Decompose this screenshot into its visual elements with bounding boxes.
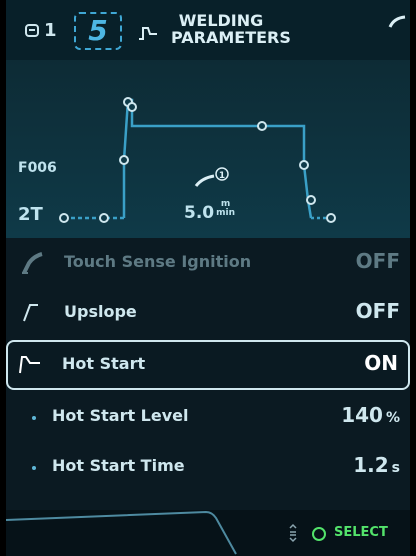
- rotary-knob-icon: [289, 523, 297, 543]
- job-number[interactable]: 5: [74, 12, 122, 50]
- select-label[interactable]: SELECT: [334, 525, 388, 540]
- footer-bar: SELECT: [6, 510, 410, 556]
- program-label: F006: [18, 160, 57, 176]
- page-title: WELDING PARAMETERS: [171, 11, 291, 47]
- unit-indicator: 1: [24, 20, 57, 41]
- param-row-upslope[interactable]: Upslope OFF: [6, 288, 410, 338]
- unit-id: 1: [44, 20, 57, 41]
- wire-feed-speed: 5.0 m min: [184, 199, 235, 224]
- param-row-touch-sense-ignition[interactable]: Touch Sense Ignition OFF: [6, 238, 410, 288]
- bullet-icon: [32, 416, 36, 420]
- pulse-wave-icon: [139, 27, 157, 40]
- upslope-icon: [23, 304, 38, 322]
- welding-screen: 1 5 WELDING PARAMETERS 1 F006 2T 5.0 m m…: [6, 0, 410, 556]
- mode-label: 2T: [18, 204, 43, 225]
- bullet-icon: [32, 466, 36, 470]
- machine-icon: [25, 24, 39, 37]
- select-button-icon: [312, 527, 326, 541]
- wire-feed-index: 1: [219, 171, 225, 181]
- welding-sequence-graph: 1 F006 2T 5.0 m min: [6, 60, 410, 238]
- hot-start-icon: [19, 356, 40, 374]
- wire-feed-icon: [194, 174, 215, 187]
- header-bar: 1 5 WELDING PARAMETERS: [6, 0, 410, 60]
- torch-icon: [22, 252, 43, 274]
- param-row-hot-start-level[interactable]: Hot Start Level 140%: [6, 392, 410, 442]
- torch-corner-icon: [388, 15, 406, 28]
- param-row-hot-start-time[interactable]: Hot Start Time 1.2 s: [6, 442, 410, 492]
- parameter-list: Touch Sense Ignition OFF Upslope OFF Hot…: [6, 238, 410, 492]
- param-row-hot-start[interactable]: Hot Start ON: [6, 340, 410, 390]
- wire-feed-unit: m min: [216, 199, 235, 218]
